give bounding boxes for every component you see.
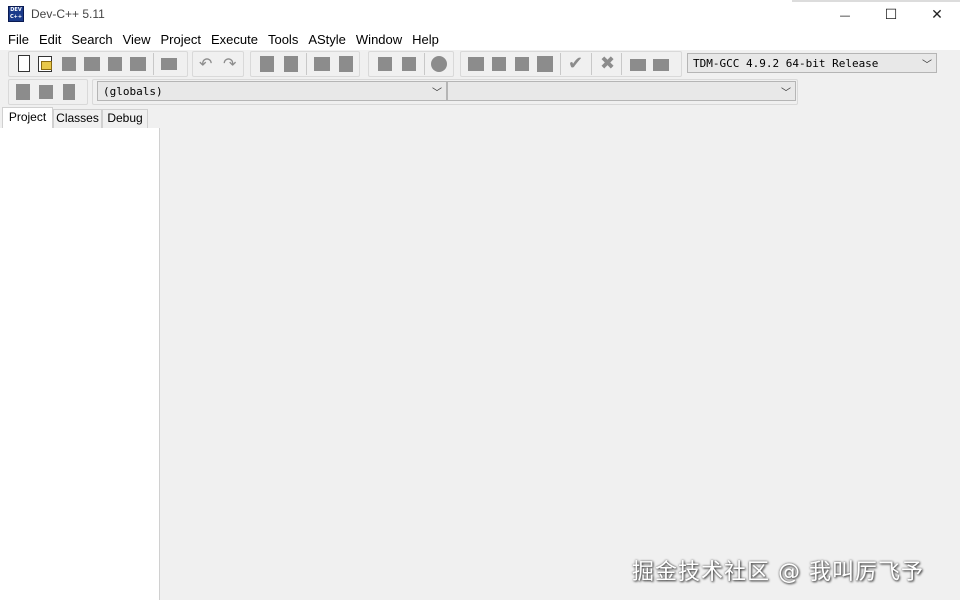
print-icon bbox=[161, 58, 177, 70]
project-options-button[interactable] bbox=[490, 55, 508, 73]
scope-select-value: (globals) bbox=[103, 85, 163, 98]
compile-button[interactable] bbox=[513, 55, 531, 73]
bookmark-icon bbox=[39, 85, 53, 99]
indent-icon bbox=[402, 57, 416, 71]
menu-edit[interactable]: Edit bbox=[35, 31, 65, 49]
insert-button[interactable] bbox=[14, 83, 32, 101]
open-file-icon-accent bbox=[41, 61, 52, 70]
toolbar-separator bbox=[621, 53, 622, 75]
menu-window[interactable]: Window bbox=[352, 31, 406, 49]
new-file-icon bbox=[18, 55, 30, 72]
toolbar-separator bbox=[306, 53, 307, 75]
menu-file[interactable]: File bbox=[4, 31, 33, 49]
close-file-button[interactable] bbox=[106, 55, 124, 73]
close-file-icon bbox=[108, 57, 122, 71]
close-all-button[interactable] bbox=[129, 55, 147, 73]
unindent-icon bbox=[378, 57, 392, 71]
menu-tools[interactable]: Tools bbox=[264, 31, 302, 49]
compile-run-icon bbox=[537, 56, 553, 72]
find-button[interactable] bbox=[258, 55, 276, 73]
unindent-button[interactable] bbox=[376, 55, 394, 73]
replace-icon bbox=[284, 56, 298, 72]
chevron-down-icon: ﹀ bbox=[432, 88, 442, 99]
menu-project[interactable]: Project bbox=[157, 31, 205, 49]
left-panel-tabs: Project Classes Debug bbox=[0, 107, 160, 128]
tab-project[interactable]: Project bbox=[2, 107, 53, 128]
new-file-button[interactable] bbox=[15, 55, 33, 73]
print-button[interactable] bbox=[160, 55, 178, 73]
close-button[interactable]: ✕ bbox=[914, 0, 960, 30]
main-toolbar: ↶ ↷ ✔ ✖ TDM-GCC 4.9.2 64-bit Release ﹀ bbox=[0, 50, 960, 78]
chevron-down-icon: ﹀ bbox=[781, 88, 791, 99]
title-bar: DEV C++ Dev-C++ 5.11 — ☐ ✕ bbox=[0, 0, 960, 30]
undo-icon: ↶ bbox=[199, 54, 213, 73]
window-title: Dev-C++ 5.11 bbox=[31, 7, 105, 21]
grid-icon bbox=[468, 57, 484, 71]
menu-astyle[interactable]: AStyle bbox=[304, 31, 350, 49]
project-icon bbox=[492, 57, 506, 71]
goto-line-button[interactable] bbox=[337, 55, 355, 73]
close-icon: ✕ bbox=[931, 7, 943, 23]
maximize-button[interactable]: ☐ bbox=[868, 0, 914, 30]
redo-button[interactable]: ↷ bbox=[222, 54, 240, 73]
editor-area[interactable] bbox=[160, 106, 960, 600]
stop-icon: ✖ bbox=[600, 53, 616, 74]
replace-button[interactable] bbox=[282, 55, 300, 73]
goto-bookmark-button[interactable] bbox=[60, 83, 78, 101]
toolbar-separator bbox=[560, 53, 561, 75]
new-project-button[interactable] bbox=[467, 55, 485, 73]
syntax-check-button[interactable]: ✔ bbox=[567, 53, 585, 74]
goto-line-icon bbox=[339, 56, 353, 72]
menu-search[interactable]: Search bbox=[67, 31, 116, 49]
scope-select[interactable]: (globals) ﹀ bbox=[97, 81, 447, 101]
watermark-text: 掘金技术社区 @ 我叫厉飞予 bbox=[632, 560, 924, 585]
save-all-button[interactable] bbox=[83, 55, 101, 73]
minimize-icon: — bbox=[839, 8, 851, 22]
redo-icon: ↷ bbox=[223, 54, 237, 73]
toggle-bookmark-button[interactable] bbox=[37, 83, 55, 101]
rebuild-icon bbox=[630, 59, 646, 71]
chevron-down-icon: ﹀ bbox=[922, 60, 932, 71]
toolbar-separator bbox=[591, 53, 592, 75]
save-icon bbox=[62, 57, 76, 71]
project-browser-panel[interactable] bbox=[0, 128, 160, 600]
toggle-comment-icon bbox=[431, 56, 447, 72]
tab-classes[interactable]: Classes bbox=[53, 109, 102, 128]
debug-icon bbox=[653, 59, 669, 71]
debug-button[interactable] bbox=[652, 55, 670, 73]
check-icon: ✔ bbox=[568, 53, 584, 74]
compile-icon bbox=[515, 57, 529, 71]
toolbar-separator bbox=[153, 53, 154, 75]
find-next-icon bbox=[314, 57, 330, 71]
toggle-comment-button[interactable] bbox=[430, 55, 448, 73]
tab-debug[interactable]: Debug bbox=[102, 109, 148, 128]
minimize-button[interactable]: — bbox=[822, 0, 868, 30]
insert-icon bbox=[16, 84, 30, 100]
save-button[interactable] bbox=[60, 55, 78, 73]
close-all-icon bbox=[130, 57, 146, 71]
function-select[interactable]: ﹀ bbox=[447, 81, 796, 101]
maximize-icon: ☐ bbox=[884, 7, 898, 23]
compile-run-button[interactable] bbox=[536, 55, 554, 73]
menu-execute[interactable]: Execute bbox=[207, 31, 262, 49]
compiler-select[interactable]: TDM-GCC 4.9.2 64-bit Release ﹀ bbox=[687, 53, 937, 73]
stop-execution-button[interactable]: ✖ bbox=[598, 53, 616, 74]
indent-button[interactable] bbox=[400, 55, 418, 73]
dev-cpp-app-icon[interactable]: DEV C++ bbox=[8, 6, 24, 22]
open-file-button[interactable] bbox=[36, 55, 54, 73]
save-all-icon bbox=[84, 57, 100, 71]
undo-button[interactable]: ↶ bbox=[198, 54, 216, 73]
toolbar-separator bbox=[424, 53, 425, 75]
compiler-select-value: TDM-GCC 4.9.2 64-bit Release bbox=[693, 57, 879, 70]
menu-help[interactable]: Help bbox=[408, 31, 443, 49]
goto-bookmark-icon bbox=[63, 84, 75, 100]
rebuild-button[interactable] bbox=[629, 55, 647, 73]
menu-view[interactable]: View bbox=[119, 31, 155, 49]
find-next-button[interactable] bbox=[313, 55, 331, 73]
find-icon bbox=[260, 56, 274, 72]
class-toolbar: (globals) ﹀ ﹀ bbox=[0, 78, 800, 106]
menu-bar: File Edit Search View Project Execute To… bbox=[0, 30, 960, 50]
